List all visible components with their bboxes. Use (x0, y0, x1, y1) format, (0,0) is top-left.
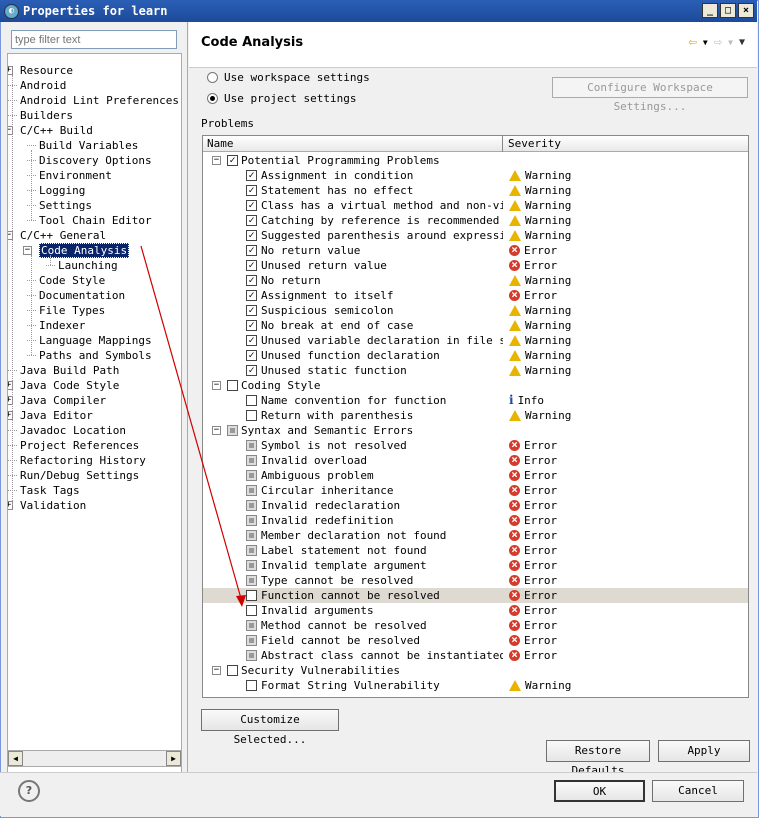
annotation-arrow (140, 245, 246, 607)
